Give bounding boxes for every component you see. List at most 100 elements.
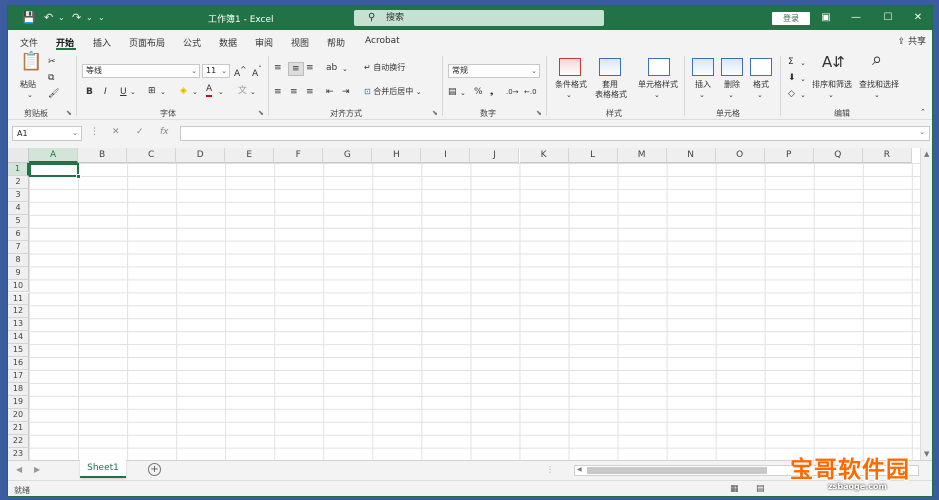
more-options-icon[interactable]: ⋮ bbox=[90, 127, 99, 137]
column-header-g[interactable]: G bbox=[323, 148, 373, 163]
align-top-icon[interactable]: ≡ bbox=[274, 62, 282, 74]
font-name-select[interactable]: 等线 ⌄ bbox=[82, 64, 200, 78]
wrap-text-button[interactable]: ↵ 自动换行 bbox=[364, 62, 405, 74]
save-icon[interactable]: 💾 bbox=[22, 10, 36, 26]
undo-dropdown-icon[interactable]: ⌄ bbox=[58, 10, 65, 26]
orientation-icon[interactable]: ab bbox=[326, 62, 337, 74]
active-cell-a1[interactable] bbox=[29, 163, 79, 177]
normal-view-icon[interactable]: ▦ bbox=[730, 484, 739, 494]
tab-insert[interactable]: 插入 bbox=[93, 36, 111, 49]
cell-area[interactable] bbox=[29, 163, 920, 460]
search-box[interactable]: ⚲ 搜索 bbox=[354, 10, 604, 26]
row-header-1[interactable]: 1 bbox=[8, 163, 29, 176]
row-header-10[interactable]: 10 bbox=[8, 279, 29, 293]
format-as-table-line2[interactable]: 表格格式 bbox=[587, 90, 635, 100]
tab-split-handle-icon[interactable]: ⋮ bbox=[546, 465, 554, 474]
row-header-14[interactable]: 14 bbox=[8, 331, 29, 345]
fill-color-icon[interactable]: ◈ bbox=[180, 85, 187, 97]
decrease-font-icon[interactable]: Aˇ bbox=[252, 64, 262, 80]
align-middle-icon[interactable]: ≡ bbox=[288, 62, 304, 76]
sheet-tab-sheet1[interactable]: Sheet1 bbox=[80, 460, 126, 478]
row-header-19[interactable]: 19 bbox=[8, 396, 29, 410]
tab-acrobat[interactable]: Acrobat bbox=[365, 36, 400, 46]
clipboard-launcher-icon[interactable]: ⬊ bbox=[66, 109, 72, 117]
share-button[interactable]: ⇪ 共享 bbox=[898, 34, 926, 47]
column-header-n[interactable]: N bbox=[666, 148, 716, 163]
select-all-corner[interactable] bbox=[8, 148, 29, 163]
tab-file[interactable]: 文件 bbox=[20, 36, 38, 49]
column-header-f[interactable]: F bbox=[274, 148, 324, 163]
format-painter-icon[interactable]: 🖌 bbox=[48, 88, 59, 100]
column-header-r[interactable]: R bbox=[862, 148, 912, 163]
accounting-format-icon[interactable]: ▤ bbox=[448, 86, 457, 98]
column-header-k[interactable]: K bbox=[519, 148, 569, 163]
clear-dropdown-icon[interactable]: ⌄ bbox=[800, 89, 806, 101]
cancel-icon[interactable]: ✕ bbox=[112, 127, 120, 137]
column-header-q[interactable]: Q bbox=[813, 148, 863, 163]
ribbon-display-icon[interactable]: ▣ bbox=[816, 10, 836, 26]
copy-icon[interactable]: ⧉ bbox=[48, 72, 54, 84]
column-header-a[interactable]: A bbox=[29, 148, 79, 163]
column-header-l[interactable]: L bbox=[568, 148, 618, 163]
increase-font-icon[interactable]: A^ bbox=[234, 64, 246, 80]
customize-toolbar-icon[interactable]: ⌄ bbox=[98, 10, 105, 26]
row-header-17[interactable]: 17 bbox=[8, 370, 29, 384]
minimize-icon[interactable]: — bbox=[846, 10, 866, 26]
clear-icon[interactable]: ◇ bbox=[788, 88, 795, 100]
paste-icon[interactable]: 📋 bbox=[20, 53, 42, 71]
format-as-table-line1[interactable]: 套用 bbox=[594, 80, 626, 90]
row-header-3[interactable]: 3 bbox=[8, 188, 29, 202]
fill-color-dropdown-icon[interactable]: ⌄ bbox=[192, 86, 198, 98]
conditional-format-button[interactable]: 条件格式 bbox=[552, 80, 590, 90]
row-header-18[interactable]: 18 bbox=[8, 383, 29, 397]
undo-icon[interactable]: ↶ bbox=[44, 10, 53, 26]
underline-dropdown-icon[interactable]: ⌄ bbox=[130, 86, 136, 98]
enter-icon[interactable]: ✓ bbox=[136, 127, 144, 137]
orientation-dropdown-icon[interactable]: ⌄ bbox=[342, 63, 348, 75]
tab-data[interactable]: 数据 bbox=[219, 36, 237, 49]
bold-button[interactable]: B bbox=[86, 86, 93, 98]
redo-dropdown-icon[interactable]: ⌄ bbox=[86, 10, 93, 26]
borders-icon[interactable]: ⊞ bbox=[148, 85, 156, 97]
prev-sheet-icon[interactable]: ◀ bbox=[16, 465, 22, 474]
align-bottom-icon[interactable]: ≡ bbox=[306, 62, 314, 74]
expand-formula-icon[interactable]: ⌄ bbox=[919, 128, 925, 136]
font-color-dropdown-icon[interactable]: ⌄ bbox=[218, 86, 224, 98]
add-sheet-icon[interactable]: + bbox=[148, 463, 161, 476]
name-box[interactable]: A1 ⌄ bbox=[12, 126, 82, 141]
cell-styles-button[interactable]: 单元格样式 bbox=[632, 80, 684, 90]
tab-help[interactable]: 帮助 bbox=[327, 36, 345, 49]
tab-view[interactable]: 视图 bbox=[291, 36, 309, 49]
column-header-m[interactable]: M bbox=[617, 148, 667, 163]
font-size-select[interactable]: 11 ⌄ bbox=[202, 64, 230, 78]
fill-icon[interactable]: ⬇ bbox=[788, 72, 796, 84]
row-header-4[interactable]: 4 bbox=[8, 201, 29, 215]
column-header-p[interactable]: P bbox=[764, 148, 814, 163]
row-header-13[interactable]: 13 bbox=[8, 318, 29, 332]
align-center-icon[interactable]: ≡ bbox=[290, 86, 298, 98]
formula-input[interactable]: ⌄ bbox=[180, 126, 930, 141]
cut-icon[interactable]: ✂ bbox=[48, 56, 56, 68]
paste-button[interactable]: 粘贴 bbox=[20, 80, 36, 90]
font-color-icon[interactable]: A bbox=[206, 84, 213, 97]
decrease-decimal-icon[interactable]: ←.0 bbox=[524, 86, 537, 98]
close-icon[interactable]: ✕ bbox=[908, 10, 928, 26]
phonetic-dropdown-icon[interactable]: ⌄ bbox=[250, 86, 256, 98]
row-header-7[interactable]: 7 bbox=[8, 240, 29, 254]
insert-function-icon[interactable]: fx bbox=[160, 127, 169, 137]
page-layout-view-icon[interactable]: ▤ bbox=[756, 484, 765, 494]
column-header-c[interactable]: C bbox=[127, 148, 177, 163]
format-cells-button[interactable]: 格式 bbox=[750, 80, 772, 90]
row-header-9[interactable]: 9 bbox=[8, 266, 29, 280]
number-launcher-icon[interactable]: ⬊ bbox=[536, 109, 542, 117]
accounting-dropdown-icon[interactable]: ⌄ bbox=[460, 87, 466, 99]
delete-cells-button[interactable]: 删除 bbox=[721, 80, 743, 90]
tab-page-layout[interactable]: 页面布局 bbox=[129, 36, 165, 49]
align-right-icon[interactable]: ≡ bbox=[306, 86, 314, 98]
column-header-o[interactable]: O bbox=[715, 148, 765, 163]
number-format-select[interactable]: 常规 ⌄ bbox=[448, 64, 540, 78]
row-header-2[interactable]: 2 bbox=[8, 175, 29, 189]
login-button[interactable]: 登录 bbox=[772, 12, 810, 25]
insert-cells-button[interactable]: 插入 bbox=[692, 80, 714, 90]
column-header-d[interactable]: D bbox=[176, 148, 226, 163]
